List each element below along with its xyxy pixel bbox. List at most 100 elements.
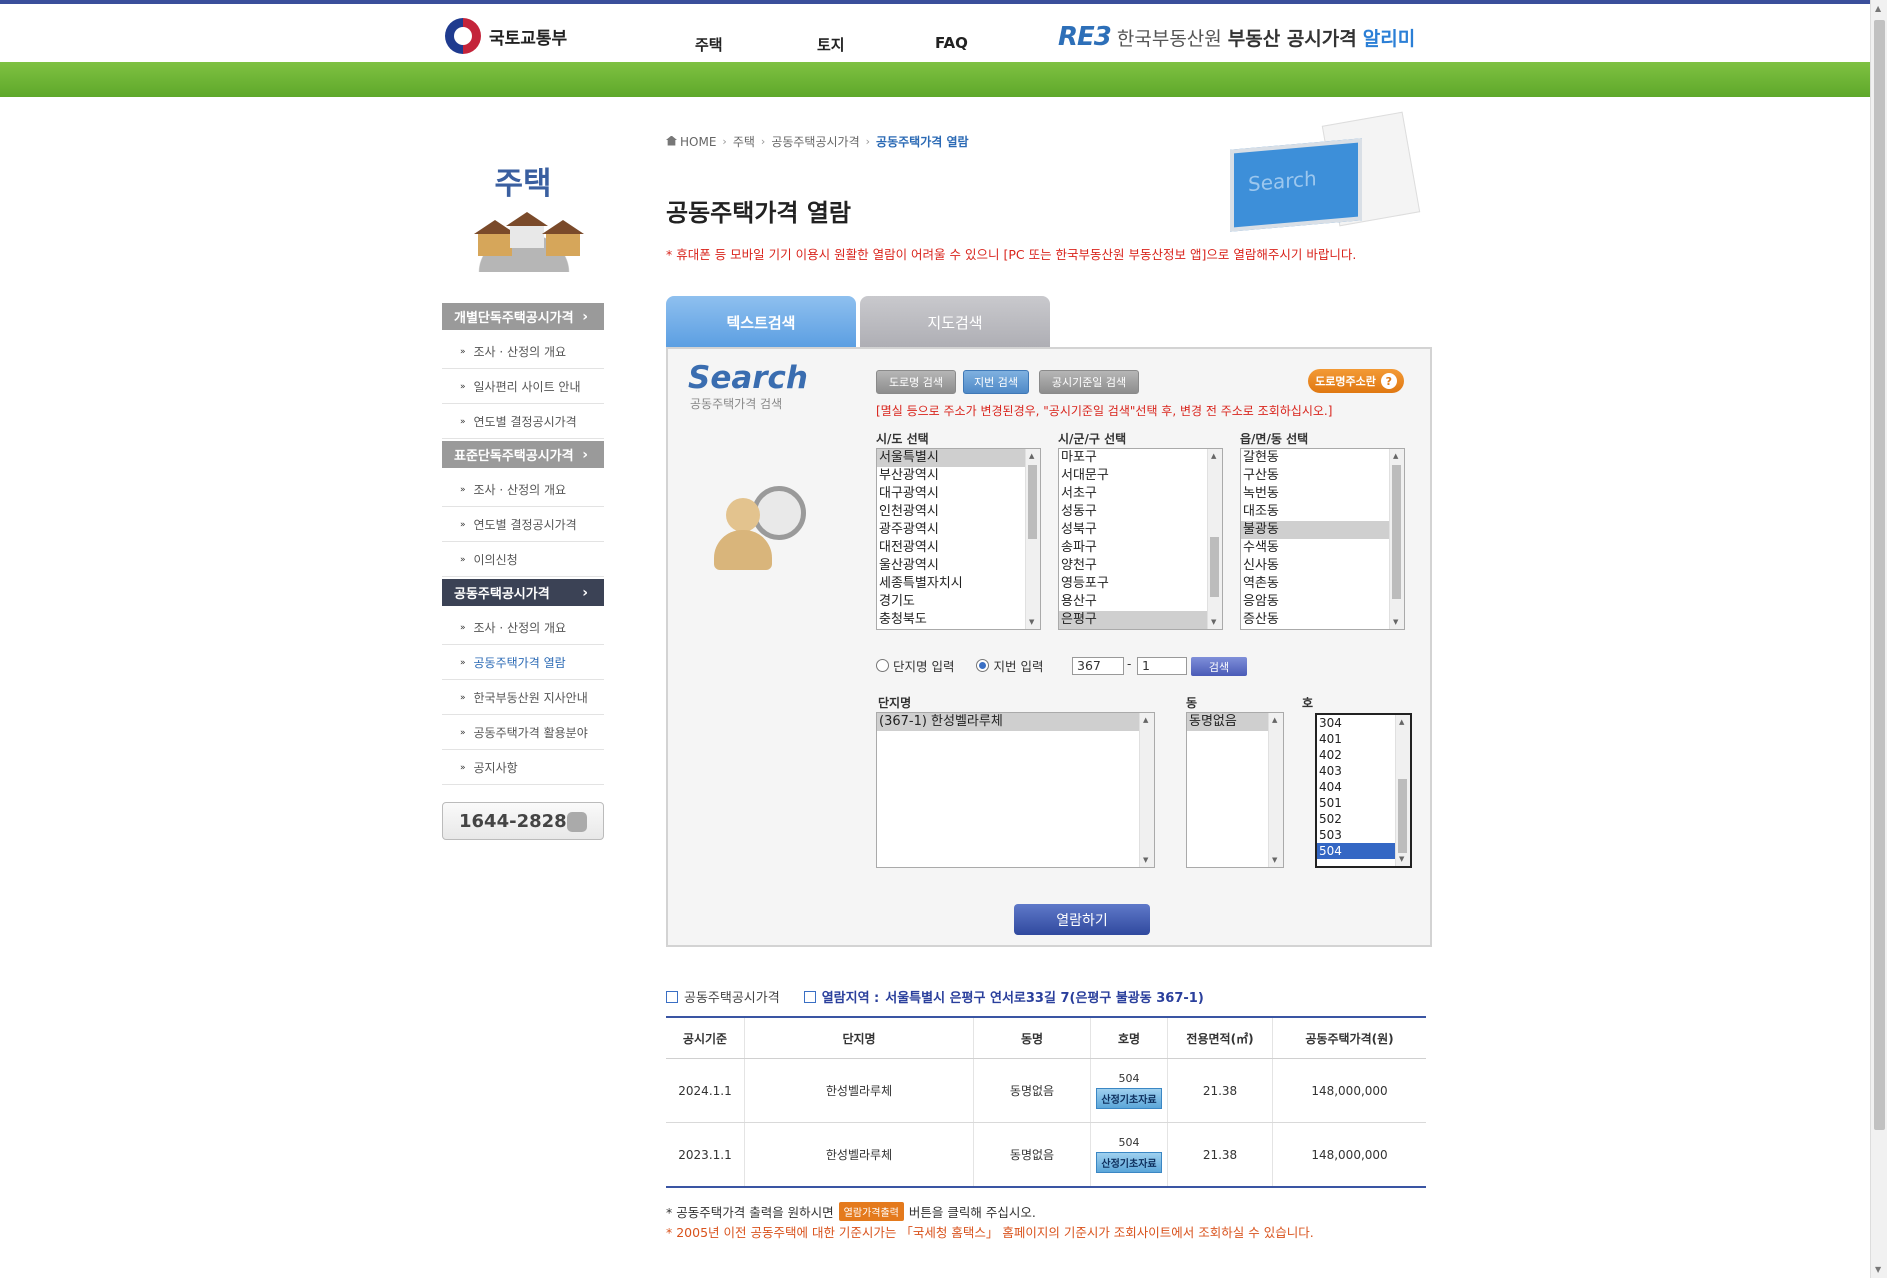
breadcrumb-item[interactable]: 주택 [733, 133, 755, 150]
scroll-up-icon[interactable]: ▲ [1211, 452, 1216, 460]
scroll-down-icon[interactable]: ▼ [1272, 856, 1277, 864]
listbox-scroll-thumb[interactable] [1392, 465, 1401, 599]
scroll-down-icon[interactable]: ▼ [1143, 856, 1148, 864]
list-option[interactable]: 서초구 [1059, 485, 1207, 503]
road-address-button[interactable]: 도로명주소란 ? [1308, 369, 1404, 393]
list-option[interactable]: 울산광역시 [877, 557, 1025, 575]
listbox-scrollbar[interactable]: ▲ ▼ [1389, 449, 1404, 629]
list-option[interactable]: 501 [1317, 795, 1395, 811]
sidebar-item-active[interactable]: » 공동주택가격 열람 [442, 646, 604, 680]
listbox-scrollbar[interactable]: ▲ ▼ [1268, 713, 1283, 867]
listbox-scroll-thumb[interactable] [1210, 537, 1219, 597]
basis-data-button[interactable]: 산정기초자료 [1096, 1088, 1162, 1109]
list-option[interactable]: (367-1) 한성벨라루체 [877, 713, 1139, 731]
molit-logo[interactable]: 국토교통부 [445, 18, 567, 54]
list-option[interactable]: 404 [1317, 779, 1395, 795]
nav-faq[interactable]: FAQ [935, 34, 968, 52]
sidebar-item[interactable]: » 일사편리 사이트 안내 [442, 370, 604, 404]
scroll-down-icon[interactable]: ▼ [1029, 618, 1034, 626]
listbox-scroll-thumb[interactable] [1398, 779, 1407, 853]
list-option[interactable]: 인천광역시 [877, 503, 1025, 521]
page-scrollbar[interactable]: ▲ ▼ [1870, 0, 1887, 1278]
scroll-up-icon[interactable]: ▲ [1143, 716, 1148, 724]
breadcrumb-item[interactable]: 공동주택공시가격 [771, 133, 859, 150]
unit-select[interactable]: 304 401 402 403 404 501 502 503 504 ▲ ▼ [1315, 713, 1412, 868]
list-option[interactable]: 불광동 [1241, 521, 1389, 539]
list-option[interactable]: 송파구 [1059, 539, 1207, 557]
list-option[interactable]: 대전광역시 [877, 539, 1025, 557]
list-option[interactable]: 304 [1317, 715, 1395, 731]
dong-select[interactable]: 갈현동 구산동 녹번동 대조동 불광동 수색동 신사동 역촌동 응암동 증산동 ▲ ▼ [1240, 448, 1405, 630]
list-option[interactable]: 구산동 [1241, 467, 1389, 485]
list-option[interactable]: 동명없음 [1187, 713, 1268, 731]
jibun-search-go-button[interactable]: 검색 [1191, 657, 1247, 676]
list-option[interactable]: 용산구 [1059, 593, 1207, 611]
list-option[interactable]: 녹번동 [1241, 485, 1389, 503]
scroll-up-icon[interactable]: ▲ [1029, 452, 1034, 460]
list-option[interactable]: 402 [1317, 747, 1395, 763]
print-price-button[interactable]: 열람가격출력 [838, 1202, 904, 1221]
list-option[interactable]: 경기도 [877, 593, 1025, 611]
list-option[interactable]: 성동구 [1059, 503, 1207, 521]
view-button[interactable]: 열람하기 [1014, 904, 1150, 935]
sidebar-item[interactable]: » 공동주택가격 활용분야 [442, 716, 604, 750]
sidebar-item[interactable]: » 조사 · 산정의 개요 [442, 335, 604, 369]
sidebar-group-standard-house[interactable]: 표준단독주택공시가격 › [442, 441, 604, 468]
radio-jibun[interactable] [976, 659, 990, 672]
list-option[interactable]: 마포구 [1059, 449, 1207, 467]
list-option[interactable]: 은평구 [1059, 611, 1207, 629]
listbox-scrollbar[interactable]: ▲ ▼ [1139, 713, 1154, 867]
nav-land[interactable]: 토지 [817, 34, 845, 55]
building-select[interactable]: 동명없음 ▲ ▼ [1186, 712, 1284, 868]
sidebar-item[interactable]: » 공지사항 [442, 751, 604, 785]
scroll-up-icon[interactable]: ▲ [1393, 452, 1398, 460]
radio-complex-name[interactable] [876, 659, 889, 672]
scroll-down-icon[interactable]: ▼ [1393, 618, 1398, 626]
list-option[interactable]: 충청북도 [877, 611, 1025, 629]
sidebar-item[interactable]: » 조사 · 산정의 개요 [442, 473, 604, 507]
list-option[interactable]: 역촌동 [1241, 575, 1389, 593]
list-option[interactable]: 증산동 [1241, 611, 1389, 629]
sidebar-item[interactable]: » 연도별 결정공시가격 [442, 405, 604, 439]
listbox-scrollbar[interactable]: ▲ ▼ [1025, 449, 1040, 629]
complex-select[interactable]: (367-1) 한성벨라루체 ▲ ▼ [876, 712, 1155, 868]
scroll-up-icon[interactable]: ▲ [1399, 718, 1404, 726]
scroll-down-icon[interactable]: ▼ [1211, 618, 1216, 626]
sidebar-item[interactable]: » 이의신청 [442, 543, 604, 577]
jibun-main-input[interactable]: 367 [1072, 657, 1124, 675]
list-option[interactable]: 서대문구 [1059, 467, 1207, 485]
list-option[interactable]: 양천구 [1059, 557, 1207, 575]
jibun-search-button[interactable]: 지번 검색 [963, 370, 1029, 394]
tab-text-search[interactable]: 텍스트검색 [666, 296, 856, 348]
scroll-thumb[interactable] [1874, 20, 1885, 1130]
sidebar-group-individual-house[interactable]: 개별단독주택공시가격 › [442, 303, 604, 330]
list-option[interactable]: 성북구 [1059, 521, 1207, 539]
breadcrumb-home[interactable]: HOME [666, 135, 716, 149]
list-option[interactable]: 503 [1317, 827, 1395, 843]
list-option[interactable]: 수색동 [1241, 539, 1389, 557]
sidebar-item[interactable]: » 한국부동산원 지사안내 [442, 681, 604, 715]
listbox-scroll-thumb[interactable] [1028, 465, 1037, 539]
reb-logo[interactable]: RE3 한국부동산원 부동산 공시가격 알리미 [1058, 22, 1415, 52]
scroll-up-icon[interactable]: ▲ [1875, 4, 1881, 13]
sidebar-group-apartment[interactable]: 공동주택공시가격 › [442, 579, 604, 606]
scroll-up-icon[interactable]: ▲ [1272, 716, 1277, 724]
list-option[interactable]: 대구광역시 [877, 485, 1025, 503]
list-option[interactable]: 서울특별시 [877, 449, 1025, 467]
list-option[interactable]: 세종특별자치시 [877, 575, 1025, 593]
list-option[interactable]: 응암동 [1241, 593, 1389, 611]
list-option[interactable]: 갈현동 [1241, 449, 1389, 467]
list-option[interactable]: 부산광역시 [877, 467, 1025, 485]
list-option[interactable]: 403 [1317, 763, 1395, 779]
sidebar-item[interactable]: » 연도별 결정공시가격 [442, 508, 604, 542]
list-option[interactable]: 신사동 [1241, 557, 1389, 575]
scroll-down-icon[interactable]: ▼ [1875, 1265, 1881, 1274]
jibun-sub-input[interactable]: 1 [1137, 657, 1187, 675]
basis-data-button[interactable]: 산정기초자료 [1096, 1152, 1162, 1173]
list-option[interactable]: 광주광역시 [877, 521, 1025, 539]
tab-map-search[interactable]: 지도검색 [860, 296, 1050, 348]
road-name-search-button[interactable]: 도로명 검색 [876, 370, 956, 394]
announce-date-search-button[interactable]: 공시기준일 검색 [1039, 370, 1139, 394]
sigungu-select[interactable]: 마포구 서대문구 서초구 성동구 성북구 송파구 양천구 영등포구 용산구 은평구 ▲ ▼ [1058, 448, 1223, 630]
listbox-scrollbar[interactable]: ▲ ▼ [1395, 715, 1410, 866]
